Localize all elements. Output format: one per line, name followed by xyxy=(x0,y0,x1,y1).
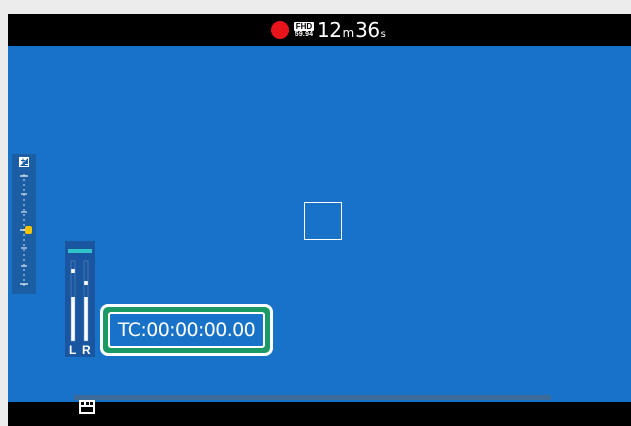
audio-bar-right xyxy=(84,297,88,341)
exposure-compensation-scale xyxy=(12,154,36,294)
exposure-compensation-icon xyxy=(19,157,29,167)
audio-level-meter: L R xyxy=(65,241,95,357)
timecode-inner-frame: TC:00:00:00.00 xyxy=(108,312,265,348)
remaining-minutes: 12 xyxy=(317,17,342,42)
focus-frame-icon[interactable] xyxy=(304,202,342,240)
bottom-status-bar xyxy=(8,402,631,426)
minutes-unit: m xyxy=(342,25,355,40)
remaining-seconds: 36 xyxy=(355,17,380,42)
exposure-scale-graphic xyxy=(19,157,32,286)
bottom-status-track xyxy=(74,395,551,400)
seconds-unit: s xyxy=(380,28,386,40)
top-status-bar: FHD 59.94 12 m 36 s xyxy=(8,14,631,46)
timecode-value: TC:00:00:00.00 xyxy=(117,319,256,341)
frame-rate-label: 59.94 xyxy=(294,30,314,38)
movie-mode-icon xyxy=(78,399,96,415)
timecode-display[interactable]: TC:00:00:00.00 xyxy=(100,304,273,356)
audio-channel-right-label: R xyxy=(82,343,91,357)
camera-screen: FHD 59.94 12 m 36 s L R TC:00:00:00.00 xyxy=(8,14,631,426)
recording-status: FHD 59.94 12 m 36 s xyxy=(271,19,387,41)
audio-peak-marker xyxy=(68,249,92,253)
exposure-indicator xyxy=(25,226,32,234)
record-icon xyxy=(271,21,289,39)
live-view[interactable]: L R TC:00:00:00.00 xyxy=(8,46,631,402)
remaining-record-time: 12 m 36 s xyxy=(317,19,387,42)
audio-channel-left-label: L xyxy=(69,343,76,357)
audio-bar-left xyxy=(71,297,75,341)
video-resolution-label: FHD xyxy=(293,21,315,31)
video-format-badge: FHD 59.94 xyxy=(292,21,316,39)
